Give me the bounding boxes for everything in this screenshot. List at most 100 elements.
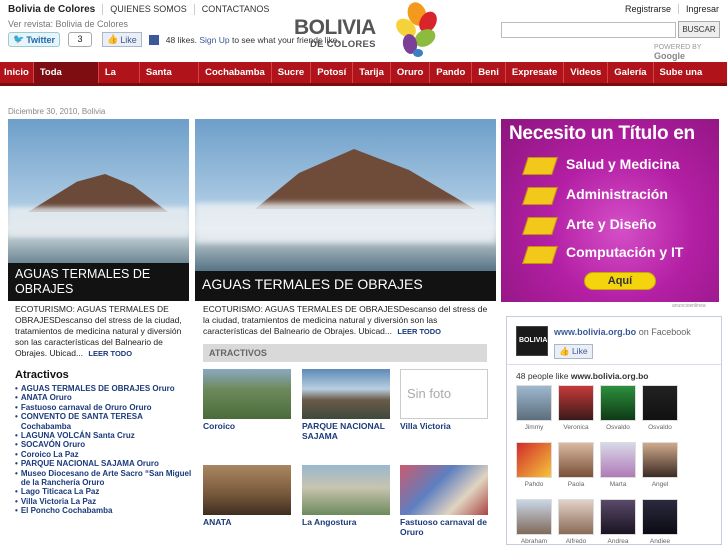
nav-item-expresate[interactable]: Expresate: [506, 62, 565, 83]
ad-aqui-button[interactable]: Aquí: [584, 272, 656, 290]
featured-small-read-more[interactable]: LEER TODO: [88, 349, 132, 358]
sidebar-item-title[interactable]: CONVENTO DE SANTA TERESA: [21, 412, 143, 421]
tweet-button[interactable]: 🐦 Twitter: [8, 32, 61, 47]
sidebar-item-region[interactable]: Oruro: [50, 393, 72, 402]
sidebar-item-region[interactable]: Oruro: [82, 478, 104, 487]
nav-item-galeria[interactable]: Galería: [608, 62, 654, 83]
sidebar-item[interactable]: Lago Titicaca La Paz: [15, 487, 195, 496]
featured-big-caption[interactable]: AGUAS TERMALES DE OBRAJES: [195, 271, 496, 301]
nav-item-beni[interactable]: Beni: [472, 62, 506, 83]
fan-item[interactable]: Osvaldo: [642, 385, 678, 431]
sidebar-item-region[interactable]: Santa Cruz: [93, 431, 135, 440]
quienes-somos-link[interactable]: QUIENES SOMOS: [103, 4, 195, 15]
fan-item[interactable]: Marta: [600, 442, 636, 488]
sidebar-item[interactable]: Fastuoso carnaval de Oruro Oruro: [15, 403, 195, 412]
fb-signup-link[interactable]: Sign Up: [199, 35, 229, 45]
thumb-label-sajama[interactable]: PARQUE NACIONAL SAJAMA: [302, 421, 392, 441]
sidebar-item-region[interactable]: Oruro: [63, 440, 85, 449]
featured-big-image[interactable]: AGUAS TERMALES DE OBRAJES: [195, 119, 496, 301]
thumb-label-anata[interactable]: ANATA: [203, 517, 293, 527]
thumb-label-villa-victoria[interactable]: Villa Victoria: [400, 421, 490, 431]
nav-item-cochabamba[interactable]: Cochabamba: [199, 62, 272, 83]
featured-small-caption[interactable]: AGUAS TERMALES DE OBRAJES: [8, 263, 189, 301]
sidebar-item[interactable]: ANATA Oruro: [15, 393, 195, 402]
sidebar-item-title[interactable]: El Poncho: [21, 506, 60, 515]
site-logo[interactable]: BOLIVIA DE COLORES: [294, 2, 444, 60]
nav-item-oruro[interactable]: Oruro: [391, 62, 431, 83]
thumb-label-coroico[interactable]: Coroico: [203, 421, 293, 431]
sidebar-item-region[interactable]: Oruro: [129, 403, 151, 412]
sidebar-item-title[interactable]: AGUAS TERMALES DE OBRAJES: [21, 384, 150, 393]
sidebar-item[interactable]: Museo Diocesano de Arte Sacro “San Migue…: [15, 469, 195, 488]
nav-item-videos[interactable]: Videos: [564, 62, 609, 83]
sidebar-item[interactable]: CONVENTO DE SANTA TERESA Cochabamba: [15, 412, 195, 431]
sidebar-item-title[interactable]: Coroico: [21, 450, 51, 459]
fan-item[interactable]: Alfredo: [558, 499, 594, 545]
thumb-sajama[interactable]: [302, 369, 390, 419]
sidebar-item-region[interactable]: Oruro: [152, 384, 174, 393]
fan-item[interactable]: Abraham: [516, 499, 552, 545]
search-button[interactable]: BUSCAR: [678, 21, 720, 38]
thumb-carnaval-oruro[interactable]: [400, 465, 488, 515]
sidebar-item[interactable]: Villa Victoria La Paz: [15, 497, 195, 506]
sidebar-item-region[interactable]: La Paz: [71, 497, 96, 506]
ad-banner[interactable]: Necesito un Título en Salud y Medicina A…: [501, 119, 719, 302]
sidebar-item-title[interactable]: Museo Diocesano de Arte Sacro “San Migue…: [21, 469, 191, 487]
nav-item-pando[interactable]: Pando: [430, 62, 473, 83]
sidebar-item[interactable]: LAGUNA VOLCÁN Santa Cruz: [15, 431, 195, 440]
sidebar-item-region[interactable]: Cochabamba: [21, 422, 71, 431]
sidebar-item[interactable]: El Poncho Cochabamba: [15, 506, 195, 515]
fb-like-button[interactable]: 👍 Like: [102, 32, 142, 47]
search-input[interactable]: [501, 22, 676, 38]
thumb-coroico[interactable]: [203, 369, 291, 419]
sidebar-item-title[interactable]: LAGUNA VOLCÁN: [21, 431, 91, 440]
fb-page-like-button[interactable]: 👍 Like: [554, 344, 593, 359]
sidebar-item-title[interactable]: SOCAVÓN: [21, 440, 61, 449]
sidebar-item-title[interactable]: Lago Titicaca: [21, 487, 72, 496]
sidebar-item[interactable]: AGUAS TERMALES DE OBRAJES Oruro: [15, 384, 195, 393]
sidebar-item[interactable]: PARQUE NACIONAL SAJAMA Oruro: [15, 459, 195, 468]
nav-item-inicio[interactable]: Inicio: [0, 62, 34, 83]
thumb-la-angostura[interactable]: [302, 465, 390, 515]
fan-item[interactable]: Andrea: [600, 499, 636, 545]
nav-item-sucre[interactable]: Sucre: [272, 62, 312, 83]
sidebar-item-title[interactable]: ANATA: [21, 393, 48, 402]
featured-small-image[interactable]: AGUAS TERMALES DE OBRAJES: [8, 119, 189, 301]
sidebar-item-region[interactable]: La Paz: [53, 450, 78, 459]
nav-item-toda-bolivia[interactable]: Toda Bolivia: [33, 62, 99, 99]
fan-item[interactable]: Jimmy: [516, 385, 552, 431]
sidebar-item-region[interactable]: La Paz: [74, 487, 99, 496]
nav-item-potosi[interactable]: Potosí: [311, 62, 354, 83]
sidebar-item[interactable]: Coroico La Paz: [15, 450, 195, 459]
fan-item[interactable]: Andiee: [642, 499, 678, 545]
sidebar-item-title[interactable]: Villa Victoria: [21, 497, 69, 506]
thumb-anata[interactable]: [203, 465, 291, 515]
revista-link[interactable]: Ver revista: Bolivia de Colores: [8, 19, 128, 29]
thumb-label-carnaval-oruro[interactable]: Fastuoso carnaval de Oruro: [400, 517, 490, 537]
fan-item[interactable]: Paola: [558, 442, 594, 488]
register-link[interactable]: Registrarse: [618, 4, 679, 14]
sidebar-item-region[interactable]: Oruro: [137, 459, 159, 468]
fb-fan-count-text: 48 people like: [516, 371, 569, 381]
sidebar-item-region[interactable]: Cochabamba: [62, 506, 112, 515]
featured-big-read-more[interactable]: LEER TODO: [397, 327, 441, 336]
sidebar-item-title[interactable]: Fastuoso carnaval de Oruro: [21, 403, 127, 412]
fb-fan-count-page[interactable]: www.bolivia.org.bo: [571, 371, 649, 381]
sidebar-item[interactable]: SOCAVÓN Oruro: [15, 440, 195, 449]
fan-item[interactable]: Osvaldo: [600, 385, 636, 431]
nav-item-la-paz[interactable]: La Paz: [99, 62, 140, 99]
thumb-villa-victoria[interactable]: Sin foto: [400, 369, 488, 419]
page-avatar[interactable]: BOLIVIA: [516, 326, 548, 356]
nav-item-sube-una-foto[interactable]: Sube una Foto: [654, 62, 727, 99]
thumb-label-la-angostura[interactable]: La Angostura: [302, 517, 392, 527]
fan-item[interactable]: Angel: [642, 442, 678, 488]
fan-item[interactable]: Pahdo: [516, 442, 552, 488]
contactanos-link[interactable]: CONTACTANOS: [195, 4, 277, 15]
nav-item-tarija[interactable]: Tarija: [353, 62, 391, 83]
sidebar-item-title[interactable]: PARQUE NACIONAL SAJAMA: [21, 459, 135, 468]
site-name-link[interactable]: Bolivia de Colores: [8, 4, 104, 15]
nav-item-santa-cruz[interactable]: Santa Cruz: [140, 62, 200, 99]
fan-item[interactable]: Veronica: [558, 385, 594, 431]
login-link[interactable]: Ingresar: [679, 4, 719, 14]
fb-page-link[interactable]: www.bolivia.org.bo: [554, 327, 636, 337]
